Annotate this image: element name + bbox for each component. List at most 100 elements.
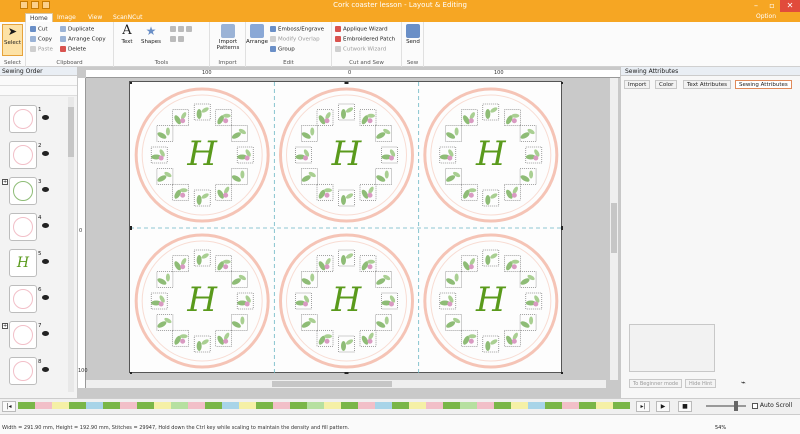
tab-text-attributes[interactable]: Text Attributes bbox=[683, 80, 732, 89]
shapes-button[interactable]: ★ Shapes bbox=[140, 24, 162, 45]
tab-home[interactable]: Home bbox=[25, 13, 53, 22]
sewing-order-item[interactable] bbox=[9, 321, 37, 349]
hide-hint-button[interactable]: Hide Hint bbox=[685, 379, 717, 388]
group-button[interactable]: Group bbox=[270, 46, 295, 53]
embroidered-patch-button[interactable]: Embroidered Patch bbox=[335, 36, 395, 43]
leaf bbox=[468, 334, 477, 339]
thread-color-segment bbox=[222, 402, 239, 409]
hand-icon[interactable] bbox=[178, 26, 184, 32]
eye-icon[interactable] bbox=[42, 223, 49, 228]
leaf bbox=[157, 278, 167, 285]
sewing-order-item[interactable] bbox=[9, 105, 37, 133]
tab-scanncut[interactable]: ScanNCut bbox=[109, 13, 146, 22]
speed-slider[interactable] bbox=[706, 405, 746, 407]
tab-color[interactable]: Color bbox=[655, 80, 678, 89]
monogram-letter: H bbox=[331, 280, 363, 320]
paste-button[interactable]: Paste bbox=[30, 46, 53, 53]
cut-button[interactable]: Cut bbox=[30, 26, 47, 33]
arrange-copy-button[interactable]: Arrange Copy bbox=[60, 36, 106, 43]
scrollbar-thumb[interactable] bbox=[272, 381, 392, 387]
auto-scroll-checkbox[interactable]: Auto Scroll bbox=[752, 402, 792, 409]
node-icon[interactable] bbox=[170, 36, 176, 42]
hint-icon[interactable]: ⌁ bbox=[741, 378, 755, 388]
thread-color-bar[interactable] bbox=[18, 402, 630, 409]
thread-color-segment bbox=[239, 402, 256, 409]
play-icon[interactable]: ▶ bbox=[656, 401, 670, 412]
timeline-start-icon[interactable]: |◂ bbox=[2, 401, 16, 412]
sewing-order-item[interactable] bbox=[9, 357, 37, 385]
hoop-workspace[interactable]: H H H H H H bbox=[128, 80, 565, 376]
tab-import[interactable]: Import bbox=[624, 80, 651, 89]
flower bbox=[511, 338, 517, 344]
speed-slider-handle[interactable] bbox=[734, 401, 738, 411]
expand-icon[interactable]: + bbox=[2, 179, 8, 185]
sewing-order-scrollbar[interactable] bbox=[68, 97, 74, 392]
thread-color-segment bbox=[392, 402, 409, 409]
leaf bbox=[222, 259, 231, 264]
applique-wizard-button[interactable]: Applique Wizard bbox=[335, 26, 388, 33]
thread-color-segment bbox=[256, 402, 273, 409]
sewing-order-item[interactable]: H bbox=[9, 249, 37, 277]
maximize-icon[interactable]: ▫ bbox=[764, 0, 780, 12]
sewing-order-number: 5 bbox=[38, 251, 42, 257]
duplicate-button[interactable]: Duplicate bbox=[60, 26, 94, 33]
minimize-icon[interactable]: – bbox=[748, 0, 764, 12]
thread-color-segment bbox=[562, 402, 579, 409]
thread-color-segment bbox=[35, 402, 52, 409]
expand-icon[interactable]: + bbox=[2, 323, 8, 329]
flower bbox=[158, 155, 164, 161]
brush-icon[interactable] bbox=[170, 26, 176, 32]
modify-overlap-button[interactable]: Modify Overlap bbox=[270, 36, 320, 43]
beginner-mode-button[interactable]: To Beginner mode bbox=[629, 379, 683, 388]
leaf bbox=[165, 273, 170, 282]
sewing-order-item[interactable] bbox=[9, 285, 37, 313]
eye-icon[interactable] bbox=[42, 187, 49, 192]
stop-icon[interactable]: ■ bbox=[678, 401, 692, 412]
vertical-scrollbar[interactable] bbox=[610, 78, 618, 380]
scrollbar-thumb[interactable] bbox=[68, 107, 74, 157]
status-text: Width = 291.90 mm, Height = 192.90 mm, S… bbox=[2, 425, 350, 431]
tab-view[interactable]: View bbox=[84, 13, 106, 22]
select-button[interactable]: ➤ Select bbox=[2, 24, 23, 56]
flower bbox=[303, 301, 308, 307]
sewing-order-item[interactable] bbox=[9, 177, 37, 205]
leaf bbox=[520, 321, 530, 328]
scrollbar-thumb[interactable] bbox=[611, 203, 617, 253]
emboss-engrave-button[interactable]: Emboss/Engrave bbox=[270, 26, 324, 33]
eye-icon[interactable] bbox=[42, 295, 49, 300]
options-menu[interactable]: Option bbox=[756, 13, 776, 20]
measure-icon[interactable] bbox=[178, 36, 184, 42]
eye-icon[interactable] bbox=[42, 151, 49, 156]
text-button[interactable]: A Text bbox=[118, 24, 136, 46]
sewing-order-item[interactable] bbox=[9, 213, 37, 241]
tab-image[interactable]: Image bbox=[53, 13, 80, 22]
arrange-button[interactable]: Arrange bbox=[246, 24, 268, 45]
thread-color-segment bbox=[358, 402, 375, 409]
thumbnail-preview bbox=[13, 325, 33, 345]
thread-color-segment bbox=[307, 402, 324, 409]
leaf bbox=[454, 127, 459, 136]
eye-icon[interactable] bbox=[42, 331, 49, 336]
import-patterns-button[interactable]: Import Patterns bbox=[212, 24, 244, 51]
cutwork-wizard-button[interactable]: Cutwork Wizard bbox=[335, 46, 386, 53]
flower bbox=[244, 155, 250, 161]
coaster-design: H bbox=[279, 87, 414, 223]
close-icon[interactable]: ✕ bbox=[780, 0, 800, 12]
copy-button[interactable]: Copy bbox=[30, 36, 52, 43]
leaf bbox=[529, 316, 534, 325]
horizontal-scrollbar[interactable] bbox=[86, 380, 606, 388]
ribbon-tabs: Home Image View ScanNCut Option bbox=[0, 12, 800, 22]
send-button[interactable]: Send bbox=[404, 24, 422, 45]
delete-button[interactable]: Delete bbox=[60, 46, 86, 53]
eye-icon[interactable] bbox=[42, 367, 49, 372]
timeline-end-icon[interactable]: ▸| bbox=[636, 401, 650, 412]
leaf bbox=[446, 132, 456, 139]
flower bbox=[468, 264, 474, 270]
eye-icon[interactable] bbox=[42, 115, 49, 120]
sewing-order-item[interactable] bbox=[9, 141, 37, 169]
tab-sewing-attributes[interactable]: Sewing Attributes bbox=[735, 80, 792, 89]
zoom-icon[interactable] bbox=[186, 26, 192, 32]
eye-icon[interactable] bbox=[42, 259, 49, 264]
overlap-icon bbox=[270, 36, 276, 42]
flower bbox=[447, 155, 453, 161]
